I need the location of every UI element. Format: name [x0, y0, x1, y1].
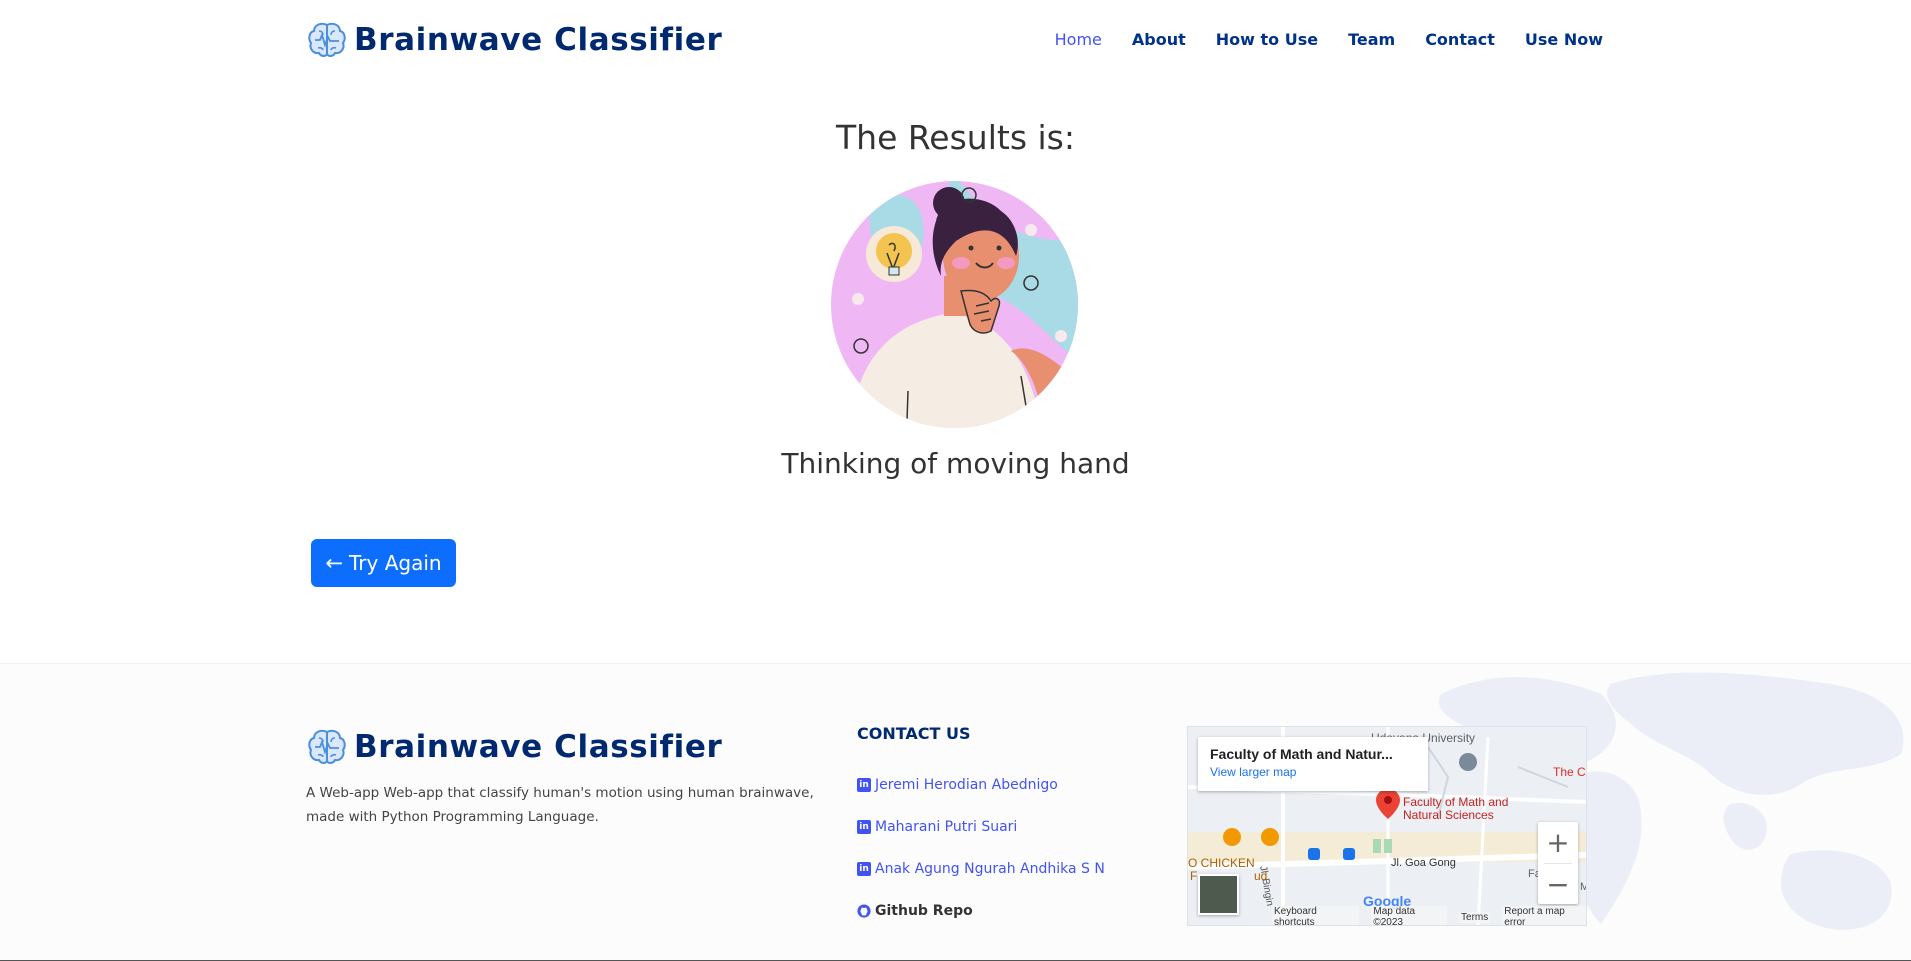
contact-link-jeremi[interactable]: in Jeremi Herodian Abednigo	[857, 764, 1105, 806]
map-label-chicken: O CHICKEN	[1188, 856, 1255, 870]
footer-brand-name: Brainwave Classifier	[354, 729, 723, 765]
map-place-title: Faculty of Math and Natur...	[1210, 746, 1393, 762]
contact-name: Jeremi Herodian Abednigo	[875, 777, 1058, 793]
contact-name: Anak Agung Ngurah Andhika S N	[875, 861, 1105, 877]
brain-icon	[308, 729, 346, 764]
map-pin-label-1: Faculty of Math and	[1403, 795, 1509, 809]
linkedin-icon: in	[857, 862, 871, 876]
map-road-label: Jl. Goa Gong	[1391, 857, 1456, 869]
linkedin-icon: in	[857, 820, 871, 834]
nav-team[interactable]: Team	[1348, 30, 1395, 49]
map-attribution-bar: Keyboard shortcuts Map data ©2023 Terms …	[1188, 906, 1586, 925]
nav-contact[interactable]: Contact	[1425, 30, 1495, 49]
map-label-red: The C	[1553, 765, 1586, 779]
footer-description: A Web-app Web-app that classify human's …	[306, 785, 814, 825]
map-pin-label-2: Natural Sciences	[1403, 808, 1494, 822]
try-again-label: Try Again	[349, 551, 442, 575]
site-header: Brainwave Classifier Home About How to U…	[0, 0, 1911, 84]
github-label: Github Repo	[875, 903, 973, 919]
embedded-map[interactable]: Udayana University The C Faculty of Math…	[1187, 726, 1587, 926]
brand-name: Brainwave Classifier	[354, 22, 723, 58]
site-footer: Brainwave Classifier A Web-app Web-app t…	[0, 663, 1911, 961]
contact-list: in Jeremi Herodian Abednigo in Maharani …	[857, 764, 1105, 932]
nav-use-now[interactable]: Use Now	[1525, 30, 1603, 49]
linkedin-icon: in	[857, 778, 871, 792]
keyboard-shortcuts-link[interactable]: Keyboard shortcuts	[1272, 906, 1360, 925]
contact-link-maharani[interactable]: in Maharani Putri Suari	[857, 806, 1105, 848]
result-label: Thinking of moving hand	[781, 447, 1130, 480]
github-icon	[857, 904, 871, 918]
map-data-label: Map data ©2023	[1371, 906, 1448, 925]
arrow-left-icon: ←	[325, 551, 344, 575]
nav-how-to-use[interactable]: How to Use	[1216, 30, 1318, 49]
contact-link-andhika[interactable]: in Anak Agung Ngurah Andhika S N	[857, 848, 1105, 890]
footer-logo[interactable]: Brainwave Classifier	[306, 726, 722, 768]
map-label-right-2: M	[1580, 881, 1586, 893]
terms-link[interactable]: Terms	[1459, 911, 1491, 923]
zoom-in-button[interactable]: +	[1538, 822, 1578, 863]
nav-home[interactable]: Home	[1055, 30, 1102, 49]
map-label-chicken-2: F	[1190, 869, 1198, 883]
brain-icon	[308, 22, 346, 57]
map-place-card: Faculty of Math and Natur... View larger…	[1198, 737, 1428, 791]
github-repo-link[interactable]: Github Repo	[857, 890, 1105, 932]
contact-us-heading: CONTACT US	[857, 724, 971, 743]
logo[interactable]: Brainwave Classifier	[306, 19, 722, 61]
report-map-error-link[interactable]: Report a map error	[1502, 906, 1586, 925]
map-zoom-control: + −	[1538, 822, 1578, 904]
view-larger-map-link[interactable]: View larger map	[1210, 765, 1416, 779]
result-heading: The Results is:	[836, 118, 1075, 157]
contact-name: Maharani Putri Suari	[875, 819, 1018, 835]
thinking-person-illustration	[831, 181, 1078, 428]
try-again-button[interactable]: ← Try Again	[311, 539, 456, 587]
zoom-out-button[interactable]: −	[1538, 864, 1578, 905]
map-label-chicken-3: ud	[1254, 869, 1268, 883]
nav-about[interactable]: About	[1132, 30, 1186, 49]
main-nav: Home About How to Use Team Contact Use N…	[1025, 30, 1603, 49]
